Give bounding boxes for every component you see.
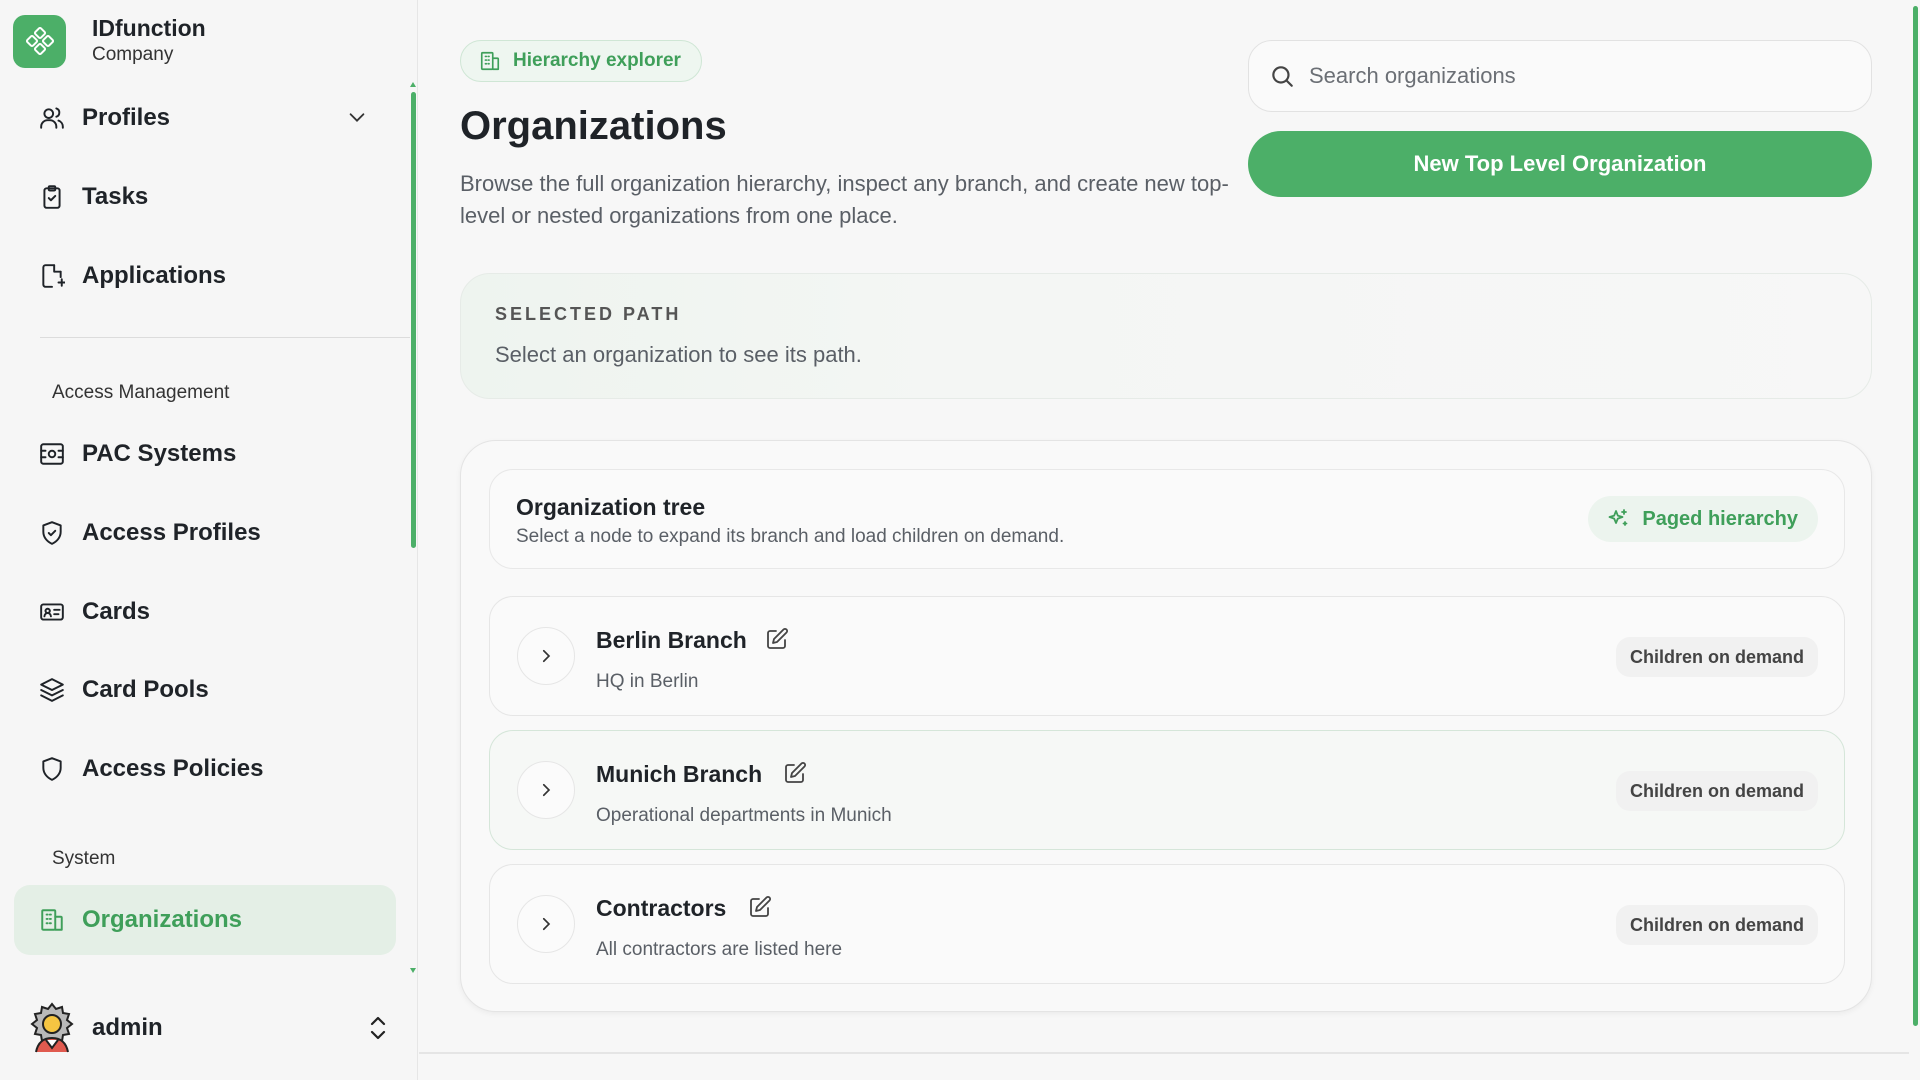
file-plus-icon [38, 262, 66, 290]
chevron-down-icon[interactable] [346, 106, 368, 128]
chevron-right-icon [537, 915, 555, 933]
org-row-berlin-branch[interactable]: Berlin Branch HQ in Berlin Children on d… [489, 596, 1845, 716]
sidebar-item-tasks[interactable]: Tasks [14, 162, 396, 232]
sidebar-item-label: Profiles [82, 104, 171, 131]
page-description: Browse the full organization hierarchy, … [460, 171, 1229, 228]
tree-title: Organization tree [516, 494, 706, 520]
sidebar-item-label: PAC Systems [82, 440, 237, 467]
edit-icon[interactable] [765, 627, 789, 651]
status-badge: Children on demand [1615, 905, 1818, 945]
sidebar-item-label: Organizations [82, 906, 243, 933]
admin-avatar [24, 1000, 80, 1056]
sidebar-item-applications[interactable]: Applications [14, 241, 396, 311]
sidebar-item-profiles[interactable]: Profiles [14, 83, 396, 153]
user-name: admin [92, 1014, 163, 1041]
chevron-right-icon [537, 647, 555, 665]
org-row-contractors[interactable]: Contractors All contractors are listed h… [489, 864, 1845, 984]
sidebar-item-access-profiles[interactable]: Access Profiles [14, 498, 396, 568]
paged-hierarchy-chip: Paged hierarchy [1588, 496, 1818, 542]
org-name: Berlin Branch [596, 627, 747, 653]
sidebar-item-cards[interactable]: Cards [14, 577, 396, 647]
sidebar-divider [40, 337, 410, 338]
building-icon [479, 50, 501, 72]
organization-tree-card: Organization tree Select a node to expan… [460, 440, 1872, 1012]
shield-check-icon [38, 519, 66, 547]
sidebar-item-label: Cards [82, 598, 151, 625]
brand-logo-icon [13, 14, 66, 68]
page-footer-divider [419, 1052, 1909, 1054]
shield-icon [38, 755, 66, 783]
users-icon [38, 104, 66, 132]
brand-name: IDfunction [92, 15, 206, 41]
sidebar-item-access-policies[interactable]: Access Policies [14, 734, 396, 804]
chevrons-up-down-icon[interactable] [366, 1014, 390, 1042]
search-box[interactable] [1248, 40, 1872, 112]
chip-label: Paged hierarchy [1642, 507, 1798, 530]
selected-path-card: SELECTED PATH Select an organization to … [460, 273, 1872, 399]
sidebar-item-label: Access Policies [82, 755, 264, 782]
scroll-up-arrow[interactable] [410, 82, 416, 87]
edit-icon[interactable] [748, 895, 772, 919]
expand-button[interactable] [517, 627, 575, 685]
sidebar-item-organizations[interactable]: Organizations [14, 885, 396, 955]
search-icon [1269, 63, 1295, 89]
section-label-system: System [52, 848, 116, 869]
scan-face-icon [38, 440, 66, 468]
selected-path-text: Select an organization to see its path. [495, 342, 862, 367]
clipboard-check-icon [38, 183, 66, 211]
org-name: Munich Branch [596, 761, 763, 787]
search-input[interactable] [1309, 63, 1829, 89]
scroll-down-arrow[interactable] [410, 968, 416, 973]
org-description: HQ in Berlin [596, 671, 699, 692]
brand-subtitle: Company [92, 44, 174, 65]
hierarchy-explorer-chip: Hierarchy explorer [460, 40, 702, 82]
expand-button[interactable] [517, 895, 575, 953]
sidebar-item-label: Access Profiles [82, 519, 261, 546]
sidebar-item-label: Tasks [82, 183, 149, 210]
user-menu[interactable]: admin [24, 998, 398, 1058]
chip-label: Hierarchy explorer [513, 50, 681, 71]
status-badge: Children on demand [1615, 771, 1818, 811]
page-title: Organizations [460, 104, 727, 148]
sidebar-item-card-pools[interactable]: Card Pools [14, 655, 396, 725]
org-description: Operational departments in Munich [596, 805, 892, 826]
expand-button[interactable] [517, 761, 575, 819]
org-description: All contractors are listed here [596, 939, 843, 960]
sidebar-item-label: Applications [82, 262, 227, 289]
layers-icon [38, 676, 66, 704]
sparkles-icon [1606, 507, 1630, 531]
tree-header: Organization tree Select a node to expan… [489, 469, 1845, 569]
page-scrollbar[interactable] [1913, 6, 1918, 1026]
status-badge: Children on demand [1615, 637, 1818, 677]
org-row-munich-branch[interactable]: Munich Branch Operational departments in… [489, 730, 1845, 850]
chevron-right-icon [537, 781, 555, 799]
selected-path-label: SELECTED PATH [495, 304, 682, 324]
sidebar-scrollbar[interactable] [411, 92, 416, 548]
sidebar-item-pac-systems[interactable]: PAC Systems [14, 419, 396, 489]
new-top-level-organization-button[interactable]: New Top Level Organization [1248, 131, 1872, 197]
id-card-icon [38, 598, 66, 626]
edit-icon[interactable] [783, 761, 807, 785]
sidebar: IDfunction Company Profiles Tasks Applic… [0, 0, 418, 1080]
building-icon [38, 906, 66, 934]
sidebar-item-label: Card Pools [82, 676, 209, 703]
brand[interactable]: IDfunction Company [13, 14, 206, 68]
section-label-access-management: Access Management [52, 382, 230, 403]
org-name: Contractors [596, 895, 727, 921]
tree-subtitle: Select a node to expand its branch and l… [516, 526, 1065, 547]
